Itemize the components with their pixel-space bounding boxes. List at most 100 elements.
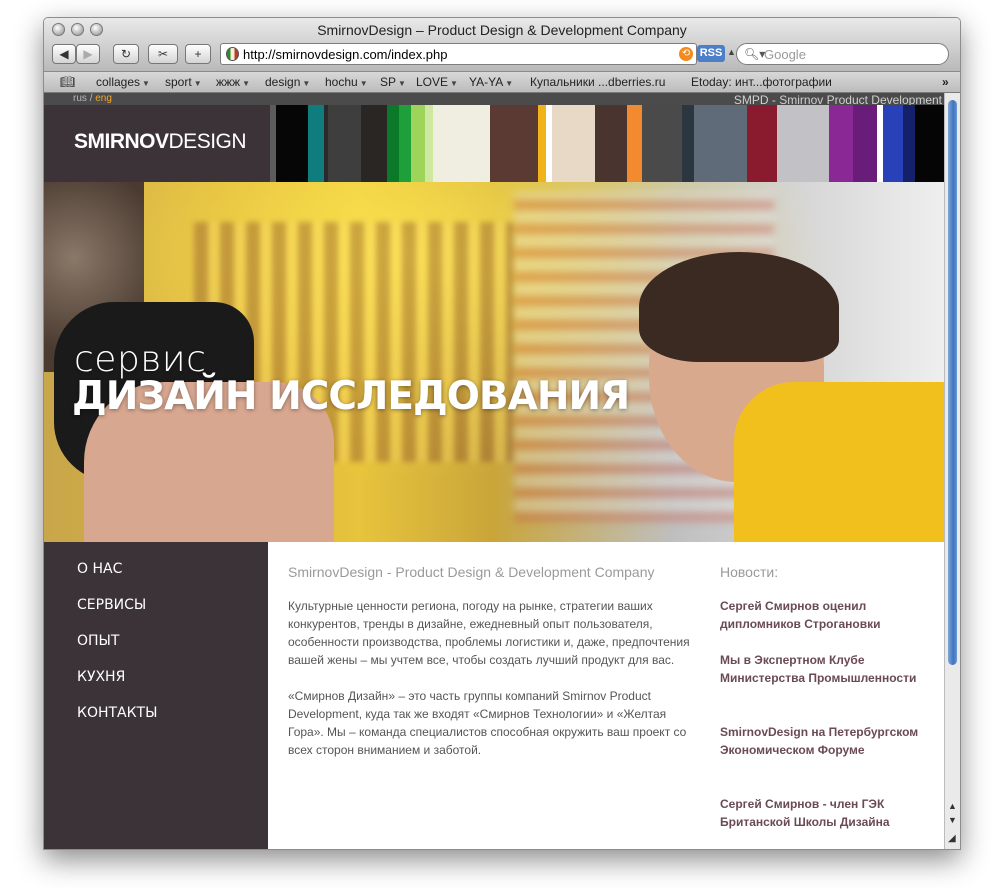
color-stripe — [747, 105, 777, 182]
news-link[interactable]: Сергей Смирнов оценил дипломников Строга… — [720, 597, 920, 633]
news-link[interactable]: SmirnovDesign на Петербургском Экономиче… — [720, 723, 920, 759]
bookmark-love[interactable]: LOVE ▼ — [416, 75, 458, 89]
news-link[interactable]: Мы в Экспертном Клубе Министерства Промы… — [720, 651, 920, 687]
chevron-down-icon: ▼ — [505, 79, 514, 88]
bookmark-hochu[interactable]: hochu ▼ — [325, 75, 368, 89]
site-logo[interactable]: SMIRNOVDESIGN — [74, 130, 247, 154]
chevron-down-icon: ▼ — [142, 79, 150, 88]
top-strip: rus / eng SMPD - Smirnov Product Develop… — [44, 93, 944, 107]
color-stripe — [411, 105, 425, 182]
color-stripe — [433, 105, 490, 182]
color-stripe — [642, 105, 682, 182]
plus-icon: + — [194, 47, 202, 61]
back-button[interactable]: ◀ — [52, 44, 76, 64]
logo-area: SMIRNOVDESIGN — [44, 105, 270, 182]
bookmark-label: YA-YA — [469, 75, 504, 89]
color-stripe — [361, 105, 387, 182]
add-bookmark-button[interactable]: + — [185, 44, 211, 64]
color-stripe — [694, 105, 747, 182]
logo-light-text: DESIGN — [168, 130, 247, 153]
logo-bold-text: SMIRNOV — [74, 130, 169, 153]
chevron-down-icon: ▼ — [302, 79, 311, 88]
company-paragraph: «Смирнов Дизайн» – это часть группы комп… — [288, 689, 687, 757]
snippet-button[interactable]: ✂ — [148, 44, 178, 64]
browser-window: SmirnovDesign – Product Design & Develop… — [43, 17, 961, 850]
chevron-down-icon: ▼ — [242, 79, 251, 88]
back-arrow-icon: ◀ — [59, 47, 69, 61]
color-stripe — [490, 105, 538, 182]
window-title: SmirnovDesign – Product Design & Develop… — [317, 22, 687, 38]
hero-title: ДИЗАЙН ИССЛЕДОВАНИЯ — [72, 374, 630, 419]
bookmark-label: collages — [96, 75, 141, 89]
color-stripe — [829, 105, 853, 182]
bookmarks-book-icon[interactable]: 📖︎ — [60, 75, 75, 89]
lang-rus-link[interactable]: rus — [73, 93, 87, 104]
bookmarks-bar: 📖︎ collages ▼ sport ▼ жжж ▼ design ▼ hochu ▼ … — [44, 72, 960, 93]
bookmark-etoday[interactable]: Etoday: инт...фотографии — [691, 75, 832, 89]
toolbar: SmirnovDesign – Product Design & Develop… — [44, 18, 960, 72]
search-input[interactable]: 🔍︎▾ Google — [736, 43, 949, 65]
bookmark-collages[interactable]: collages ▼ — [96, 75, 150, 89]
search-icon: 🔍︎▾ — [744, 47, 766, 61]
bookmark-label: LOVE — [416, 75, 449, 89]
bookmark-label: design — [265, 75, 301, 89]
resize-grip-icon[interactable]: ◢ — [948, 833, 956, 844]
rss-button[interactable]: RSS — [697, 45, 725, 62]
nav-contacts[interactable]: КОНТАКТЫ — [77, 705, 157, 721]
lang-separator: / — [89, 93, 93, 104]
bookmark-label: жжж — [216, 75, 241, 89]
bookmark-kupalniki[interactable]: Купальники ...dberries.ru — [530, 75, 665, 89]
scroll-down-icon[interactable]: ▼ — [948, 815, 957, 825]
bookmark-ya-ya[interactable]: YA-YA ▼ — [469, 75, 513, 89]
url-text: http://smirnovdesign.com/index.php — [243, 47, 448, 62]
color-stripe — [883, 105, 903, 182]
hero-banner: сервис ДИЗАЙН ИССЛЕДОВАНИЯ — [44, 182, 944, 542]
nav-about[interactable]: О НАС — [77, 561, 122, 577]
reload-button[interactable]: ↻ — [113, 44, 139, 64]
color-stripe — [276, 105, 308, 182]
scroll-up-icon[interactable]: ▲ — [948, 801, 957, 811]
news-heading: Новости: — [720, 564, 779, 580]
color-stripe — [915, 105, 944, 182]
chevron-down-icon: ▼ — [359, 79, 368, 88]
lang-eng-link[interactable]: eng — [95, 93, 112, 104]
color-stripe — [328, 105, 361, 182]
bookmark-label: sport — [165, 75, 192, 89]
nav-experience[interactable]: ОПЫТ — [77, 633, 119, 649]
bookmark-sp[interactable]: SP ▼ — [380, 75, 406, 89]
chevron-down-icon: ▼ — [193, 79, 202, 88]
content-title: SmirnovDesign - Product Design & Develop… — [288, 564, 655, 580]
more-bookmarks-icon[interactable]: » — [942, 75, 949, 89]
nav-kitchen[interactable]: КУХНЯ — [77, 669, 125, 685]
color-stripe — [682, 105, 694, 182]
color-stripe — [853, 105, 877, 182]
scrollbar-thumb[interactable] — [948, 100, 957, 665]
forward-arrow-icon: ▶ — [83, 47, 93, 61]
bookmark-design[interactable]: design ▼ — [265, 75, 310, 89]
bookmark-sport[interactable]: sport ▼ — [165, 75, 202, 89]
chevron-down-icon: ▼ — [398, 79, 406, 88]
chevron-down-icon: ▼ — [450, 79, 458, 88]
bookmark-label: hochu — [325, 75, 358, 89]
forward-button[interactable]: ▶ — [76, 44, 100, 64]
color-stripe — [552, 105, 595, 182]
scissors-icon: ✂ — [157, 47, 169, 61]
address-bar[interactable]: http://smirnovdesign.com/index.php ⟲ — [220, 43, 697, 65]
color-stripe — [777, 105, 829, 182]
color-stripe — [425, 105, 433, 182]
news-link[interactable]: Сергей Смирнов - член ГЭК Британской Шко… — [720, 795, 920, 831]
intro-paragraph: Культурные ценности региона, погоду на р… — [288, 599, 690, 667]
search-placeholder: Google — [764, 47, 806, 62]
nav-services[interactable]: СЕРВИСЫ — [77, 597, 146, 613]
snapback-icon[interactable]: ⟲ — [679, 47, 693, 61]
bookmark-zhzhzh[interactable]: жжж ▼ — [216, 75, 250, 89]
color-stripe — [387, 105, 399, 182]
color-stripe — [308, 105, 324, 182]
vertical-scrollbar[interactable]: ▲ ▼ ◢ — [944, 93, 960, 849]
bookmark-label: SP — [380, 75, 397, 89]
color-stripe — [399, 105, 411, 182]
color-stripe — [627, 105, 642, 182]
color-stripe — [538, 105, 546, 182]
language-switcher: rus / eng — [73, 93, 112, 104]
site-favicon-icon — [226, 47, 239, 61]
